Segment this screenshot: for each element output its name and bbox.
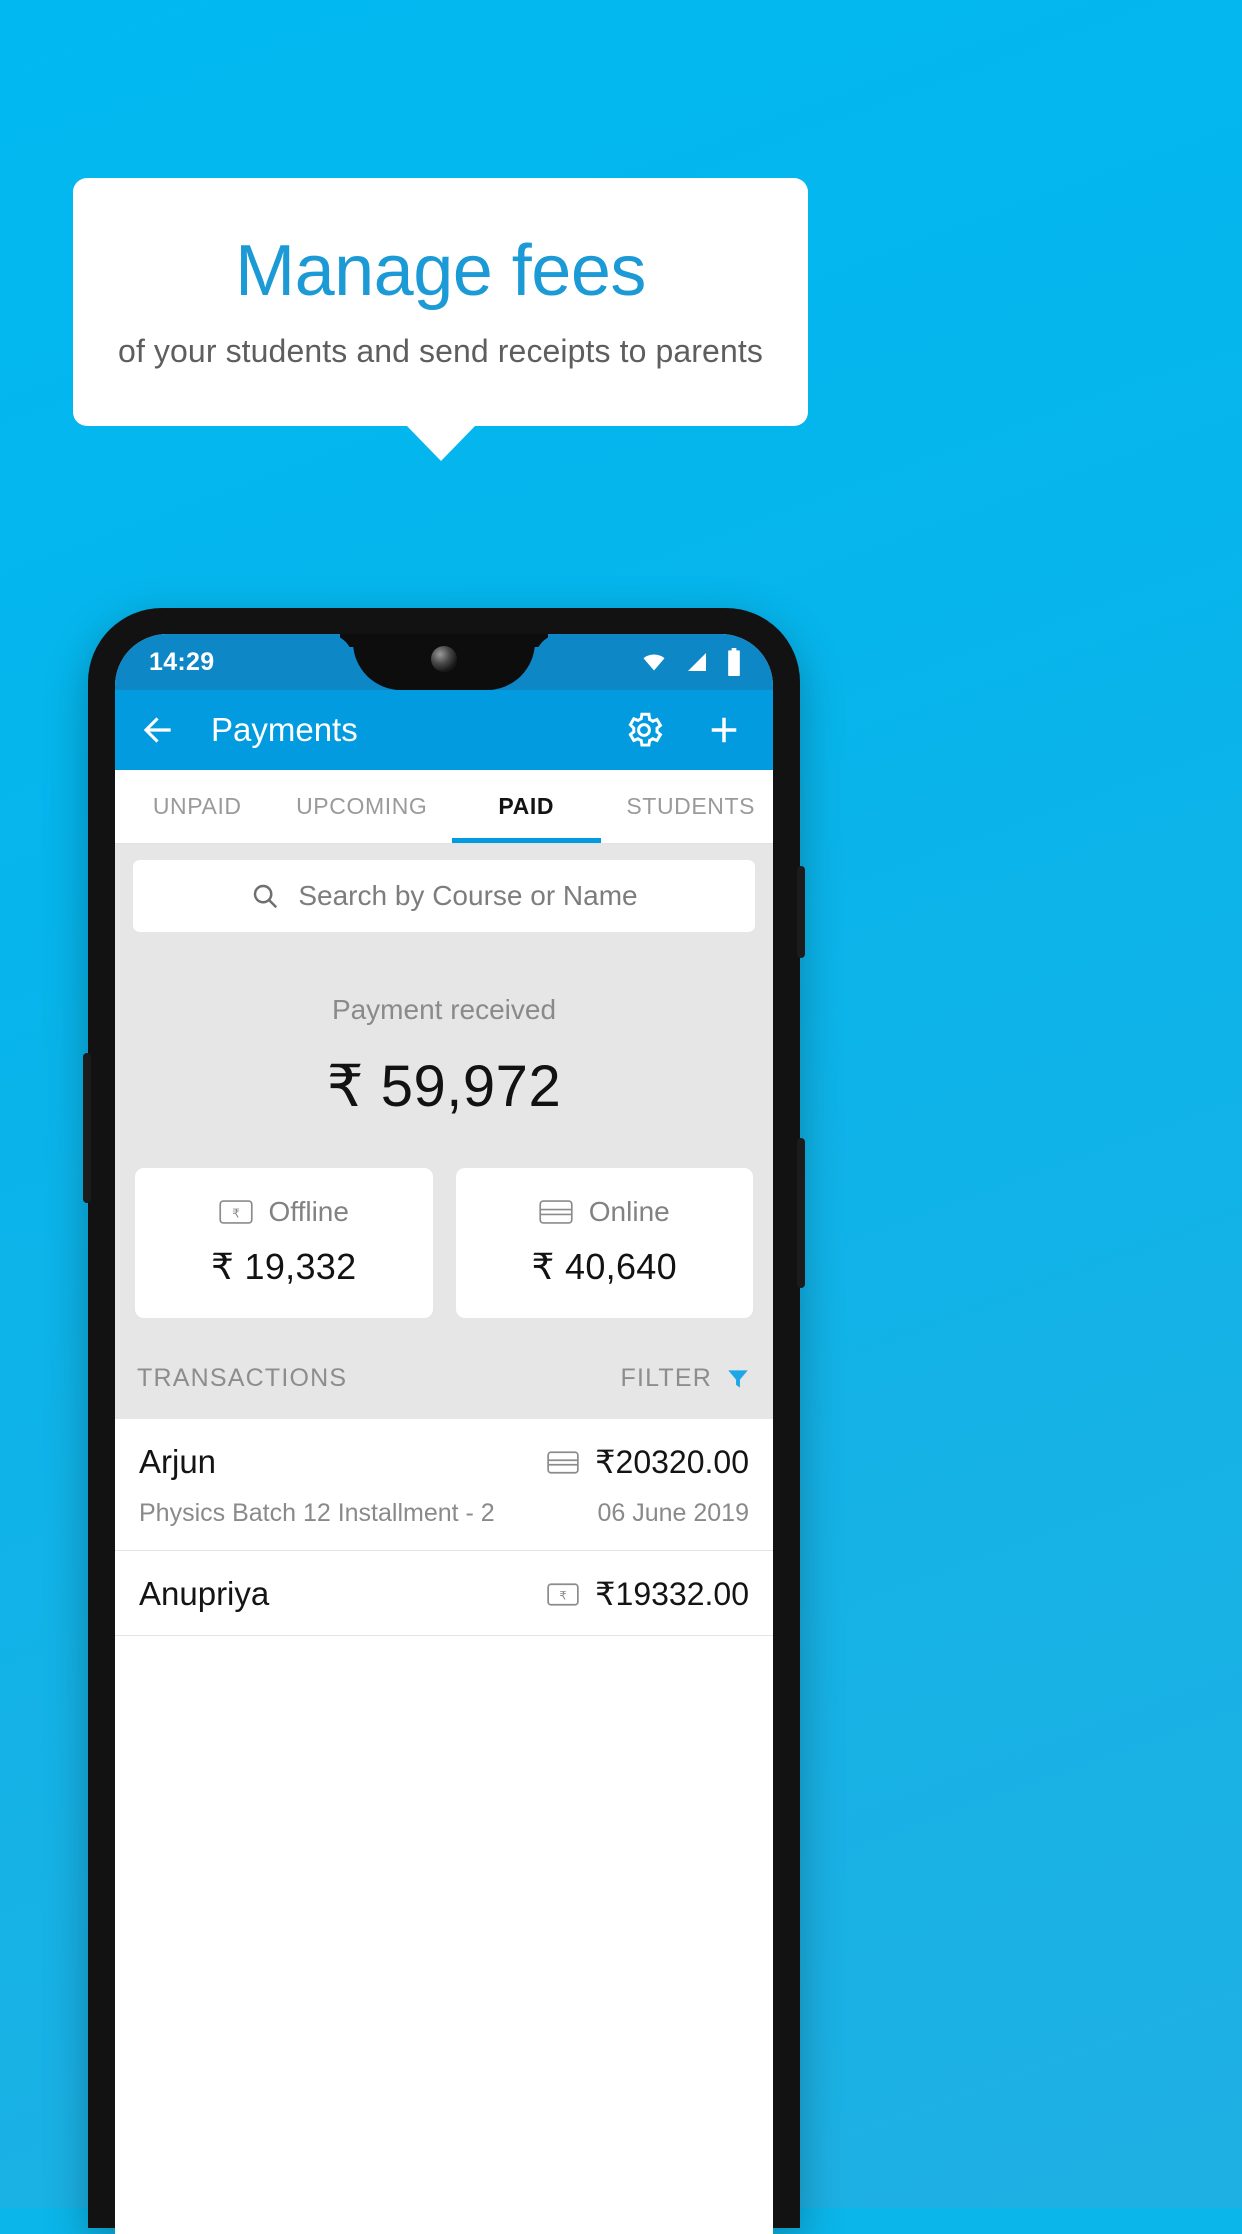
offline-card-header: ₹ Offline [135,1196,433,1228]
rupee-note-icon: ₹ [218,1199,253,1225]
transaction-secondary-line: Physics Batch 12 Installment - 2 06 June… [139,1499,749,1528]
svg-text:₹: ₹ [232,1206,240,1220]
online-payment-card[interactable]: Online ₹ 40,640 [455,1168,754,1318]
phone-assistant-button[interactable] [83,1053,91,1203]
phone-volume-button[interactable] [797,1138,805,1288]
transaction-amount: ₹19332.00 [595,1576,749,1612]
phone-mockup: 14:29 Payments UNPAID UPCOMING PAID STUD… [83,608,805,2234]
payment-method-cards: ₹ Offline ₹ 19,332 Online ₹ 40,640 [115,1120,773,1318]
transaction-amount-group: ₹20320.00 [547,1443,749,1481]
online-card-header: Online [456,1196,754,1228]
page-subtitle: of your students and send receipts to pa… [118,332,763,369]
payment-received-amount: ₹ 59,972 [326,1054,562,1119]
offline-amount: ₹ 19,332 [211,1246,357,1287]
search-icon [250,881,280,911]
offline-label: Offline [268,1196,349,1227]
offline-payment-card[interactable]: ₹ Offline ₹ 19,332 [135,1168,433,1318]
settings-gear-icon[interactable] [623,709,665,751]
transactions-header: TRANSACTIONS FILTER [115,1318,773,1419]
phone-power-button[interactable] [797,866,805,958]
status-bar-clock: 14:29 [149,647,215,676]
front-camera-icon [431,646,457,672]
transaction-description: Physics Batch 12 Installment - 2 [139,1499,495,1527]
table-row[interactable]: Arjun ₹20320.00 Physics Batch 12 Install… [115,1419,773,1551]
search-input[interactable]: Search by Course or Name [133,860,755,932]
battery-icon [725,648,743,676]
back-arrow-icon[interactable] [139,711,177,749]
rupee-note-icon: ₹ [547,1582,579,1607]
app-bar: Payments [115,690,773,770]
cell-signal-icon [683,650,711,674]
tab-students[interactable]: STUDENTS [609,770,774,843]
filter-button[interactable]: FILTER [621,1364,751,1393]
payment-summary: Payment received ₹ 59,972 [115,932,773,1120]
table-row[interactable]: Anupriya ₹ ₹19332.00 [115,1551,773,1636]
screen-content: Search by Course or Name Payment receive… [115,844,773,1636]
tab-paid[interactable]: PAID [444,770,609,843]
add-plus-icon[interactable] [703,709,745,751]
tab-bar: UNPAID UPCOMING PAID STUDENTS [115,770,773,844]
transaction-name: Anupriya [139,1575,270,1612]
app-bar-title: Payments [211,711,358,748]
filter-label: FILTER [620,1364,712,1392]
transaction-date: 06 June 2019 [597,1499,749,1527]
search-section: Search by Course or Name [115,844,773,932]
credit-card-icon [539,1199,573,1225]
phone-bezel: 14:29 Payments UNPAID UPCOMING PAID STUD… [115,634,773,2234]
wifi-icon [639,650,669,674]
app-bar-actions [623,709,749,751]
tab-unpaid[interactable]: UNPAID [115,770,280,843]
svg-text:₹: ₹ [560,1588,567,1602]
phone-screen: 14:29 Payments UNPAID UPCOMING PAID STUD… [115,634,773,2234]
funnel-filter-icon [725,1366,751,1392]
status-bar-icons [639,648,751,676]
transaction-amount: ₹20320.00 [595,1444,749,1480]
promo-card: Manage fees of your students and send re… [73,178,808,426]
transaction-amount-group: ₹ ₹19332.00 [547,1575,749,1613]
payment-received-label: Payment received [331,994,557,1025]
tab-upcoming[interactable]: UPCOMING [280,770,445,843]
transactions-label: TRANSACTIONS [137,1364,348,1392]
status-bar: 14:29 [115,634,773,690]
page-title: Manage fees [235,230,646,311]
transaction-primary-line: Anupriya ₹ ₹19332.00 [139,1575,749,1613]
credit-card-icon [547,1450,579,1475]
transaction-name: Arjun [139,1443,217,1480]
online-amount: ₹ 40,640 [531,1246,677,1287]
promo-card-tail [406,425,476,461]
transaction-primary-line: Arjun ₹20320.00 [139,1443,749,1481]
transactions-list: Arjun ₹20320.00 Physics Batch 12 Install… [115,1419,773,1636]
online-label: Online [588,1196,670,1227]
search-placeholder: Search by Course or Name [298,880,638,911]
